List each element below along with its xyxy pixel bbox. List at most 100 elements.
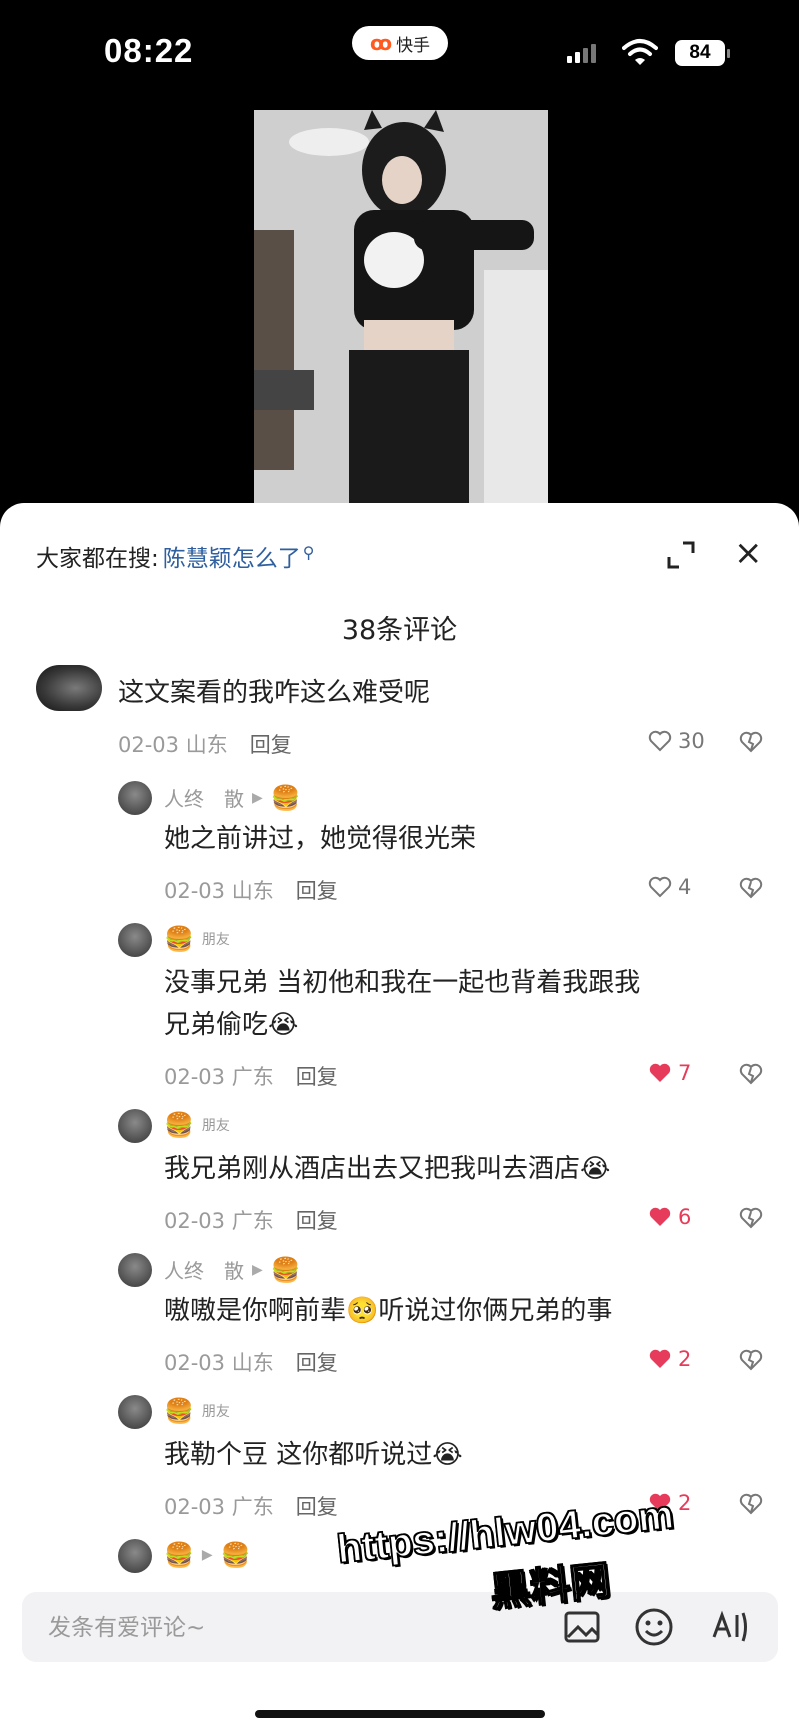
avatar[interactable] — [118, 781, 152, 815]
reply-button[interactable]: 回复 — [296, 875, 338, 905]
commenter-row: 人终 散 ▶ 🍔 — [164, 783, 301, 812]
close-icon[interactable]: × — [734, 536, 763, 570]
comment-text: 我勒个豆 这你都听说过 — [164, 1440, 433, 1470]
like-count: 7 — [678, 1061, 692, 1085]
dislike-icon[interactable] — [738, 1493, 764, 1515]
commenter-name[interactable]: 人终 散 — [164, 1255, 244, 1284]
dislike-icon[interactable] — [738, 1063, 764, 1085]
comment-text-row: 嗷嗷是你啊前辈🥺听说过你俩兄弟的事 — [164, 1291, 612, 1331]
ai-icon[interactable] — [710, 1607, 752, 1647]
image-icon[interactable] — [562, 1607, 602, 1647]
heart-filled-icon — [649, 1207, 671, 1226]
comment-text-row: 我勒个豆 这你都听说过😭 — [164, 1435, 463, 1475]
dislike-icon[interactable] — [738, 1207, 764, 1229]
reply-button[interactable]: 回复 — [296, 1205, 338, 1235]
app-name: 快手 — [396, 35, 431, 56]
like-count: 4 — [678, 875, 692, 899]
comment-meta: 02-03 山东 回复 — [118, 729, 292, 759]
reply-button[interactable]: 回复 — [296, 1347, 338, 1377]
laughing-crying-emoji-icon: 😭 — [432, 1440, 463, 1470]
commenter-row: 🍔 ▶ 🍔 — [164, 1541, 251, 1569]
avatar[interactable] — [118, 923, 152, 957]
like-button[interactable]: 30 — [648, 729, 705, 753]
heart-outline-icon — [648, 730, 672, 752]
comment-date: 02-03 — [118, 733, 180, 757]
heart-filled-icon — [649, 1349, 671, 1368]
trending-search-link[interactable]: 陈慧颖怎么了 — [163, 539, 301, 573]
burger-emoji-icon: 🍔 — [164, 1111, 194, 1139]
laughing-crying-emoji-icon: 😭 — [268, 1010, 299, 1040]
comment-input[interactable] — [46, 1610, 470, 1646]
burger-emoji-icon: 🍔 — [270, 783, 301, 812]
comment-location: 广东 — [231, 1495, 274, 1519]
comment-meta: 02-03 山东 回复 — [164, 1347, 338, 1377]
reply-button[interactable]: 回复 — [250, 729, 292, 759]
reply-button[interactable]: 回复 — [296, 1061, 338, 1091]
expand-icon[interactable] — [665, 539, 697, 571]
dislike-icon[interactable] — [738, 877, 764, 899]
comment-location: 广东 — [231, 1209, 274, 1233]
friend-tag: 朋友 — [201, 1404, 230, 1420]
avatar[interactable] — [118, 1253, 152, 1287]
comment-date: 02-03 — [164, 879, 226, 903]
heart-filled-icon — [649, 1063, 671, 1082]
emoji-icon[interactable] — [634, 1607, 674, 1647]
trending-search-bar[interactable]: 大家都在搜: 陈慧颖怎么了 ⚲ — [36, 539, 314, 573]
burger-emoji-icon: 🍔 — [164, 1541, 194, 1569]
burger-emoji-icon: 🍔 — [164, 1397, 194, 1425]
search-icon: ⚲ — [302, 542, 315, 562]
avatar[interactable] — [118, 1395, 152, 1429]
cellular-signal-icon — [567, 44, 596, 63]
avatar[interactable] — [36, 665, 102, 711]
comment-text-part1: 嗷嗷是你啊前辈 — [164, 1296, 347, 1326]
battery-indicator: 84 — [675, 40, 730, 66]
comment-text-line2: 兄弟偷吃 — [164, 1010, 269, 1040]
heart-outline-icon — [648, 876, 672, 898]
commenter-row: 人终 散 ▶ 🍔 — [164, 1255, 301, 1284]
wifi-icon — [622, 39, 658, 65]
commenter-row: 🍔 朋友 — [164, 925, 230, 953]
like-button[interactable]: 7 — [648, 1061, 691, 1085]
comment-meta: 02-03 广东 回复 — [164, 1491, 338, 1521]
reply-button[interactable]: 回复 — [296, 1491, 338, 1521]
video-preview[interactable] — [254, 110, 548, 530]
shy-emoji-icon: 🥺 — [346, 1296, 379, 1326]
reply-arrow-icon: ▶ — [252, 789, 263, 806]
comment-text: 没事兄弟 当初他和我在一起也背着我跟我 — [164, 968, 641, 998]
like-button[interactable]: 6 — [648, 1205, 691, 1229]
comment-location: 山东 — [185, 733, 228, 757]
video-frame-image — [254, 110, 548, 530]
comment-date: 02-03 — [164, 1209, 226, 1233]
search-prefix: 大家都在搜: — [36, 546, 159, 572]
comment-text-row: 我兄弟刚从酒店出去又把我叫去酒店😭 — [164, 1149, 610, 1189]
comment-location: 山东 — [231, 1351, 274, 1375]
friend-tag: 朋友 — [201, 1118, 230, 1134]
kuaishou-logo-icon: ꝏ — [369, 31, 393, 55]
burger-emoji-icon: 🍔 — [220, 1541, 251, 1569]
like-button[interactable]: 4 — [648, 875, 691, 899]
comment-meta: 02-03 山东 回复 — [164, 875, 338, 905]
commenter-row: 🍔 朋友 — [164, 1397, 230, 1425]
comment-text: 这文案看的我咋这么难受呢 — [118, 678, 431, 708]
commenter-name[interactable]: 人终 散 — [164, 783, 244, 812]
commenter-row: 🍔 朋友 — [164, 1111, 230, 1139]
avatar[interactable] — [118, 1109, 152, 1143]
like-count: 2 — [678, 1491, 692, 1515]
comment-location: 广东 — [231, 1065, 274, 1089]
avatar[interactable] — [118, 1539, 152, 1573]
status-time: 08:22 — [104, 32, 194, 69]
comment-text-part2: 听说过你俩兄弟的事 — [378, 1296, 613, 1326]
comment-count: 38条评论 — [341, 615, 458, 646]
dislike-icon[interactable] — [738, 1349, 764, 1371]
comment-date: 02-03 — [164, 1351, 226, 1375]
reply-arrow-icon: ▶ — [252, 1261, 263, 1278]
laughing-crying-emoji-icon: 😭 — [580, 1154, 611, 1184]
comment-text: 她之前讲过，她觉得很光荣 — [164, 824, 477, 854]
comment-meta: 02-03 广东 回复 — [164, 1061, 338, 1091]
like-button[interactable]: 2 — [648, 1347, 691, 1371]
home-indicator[interactable] — [255, 1710, 545, 1718]
comment-text: 我兄弟刚从酒店出去又把我叫去酒店 — [164, 1154, 581, 1184]
dislike-icon[interactable] — [738, 731, 764, 753]
app-indicator-pill[interactable]: ꝏ 快手 — [352, 26, 448, 60]
comment-input-bar — [22, 1592, 778, 1662]
